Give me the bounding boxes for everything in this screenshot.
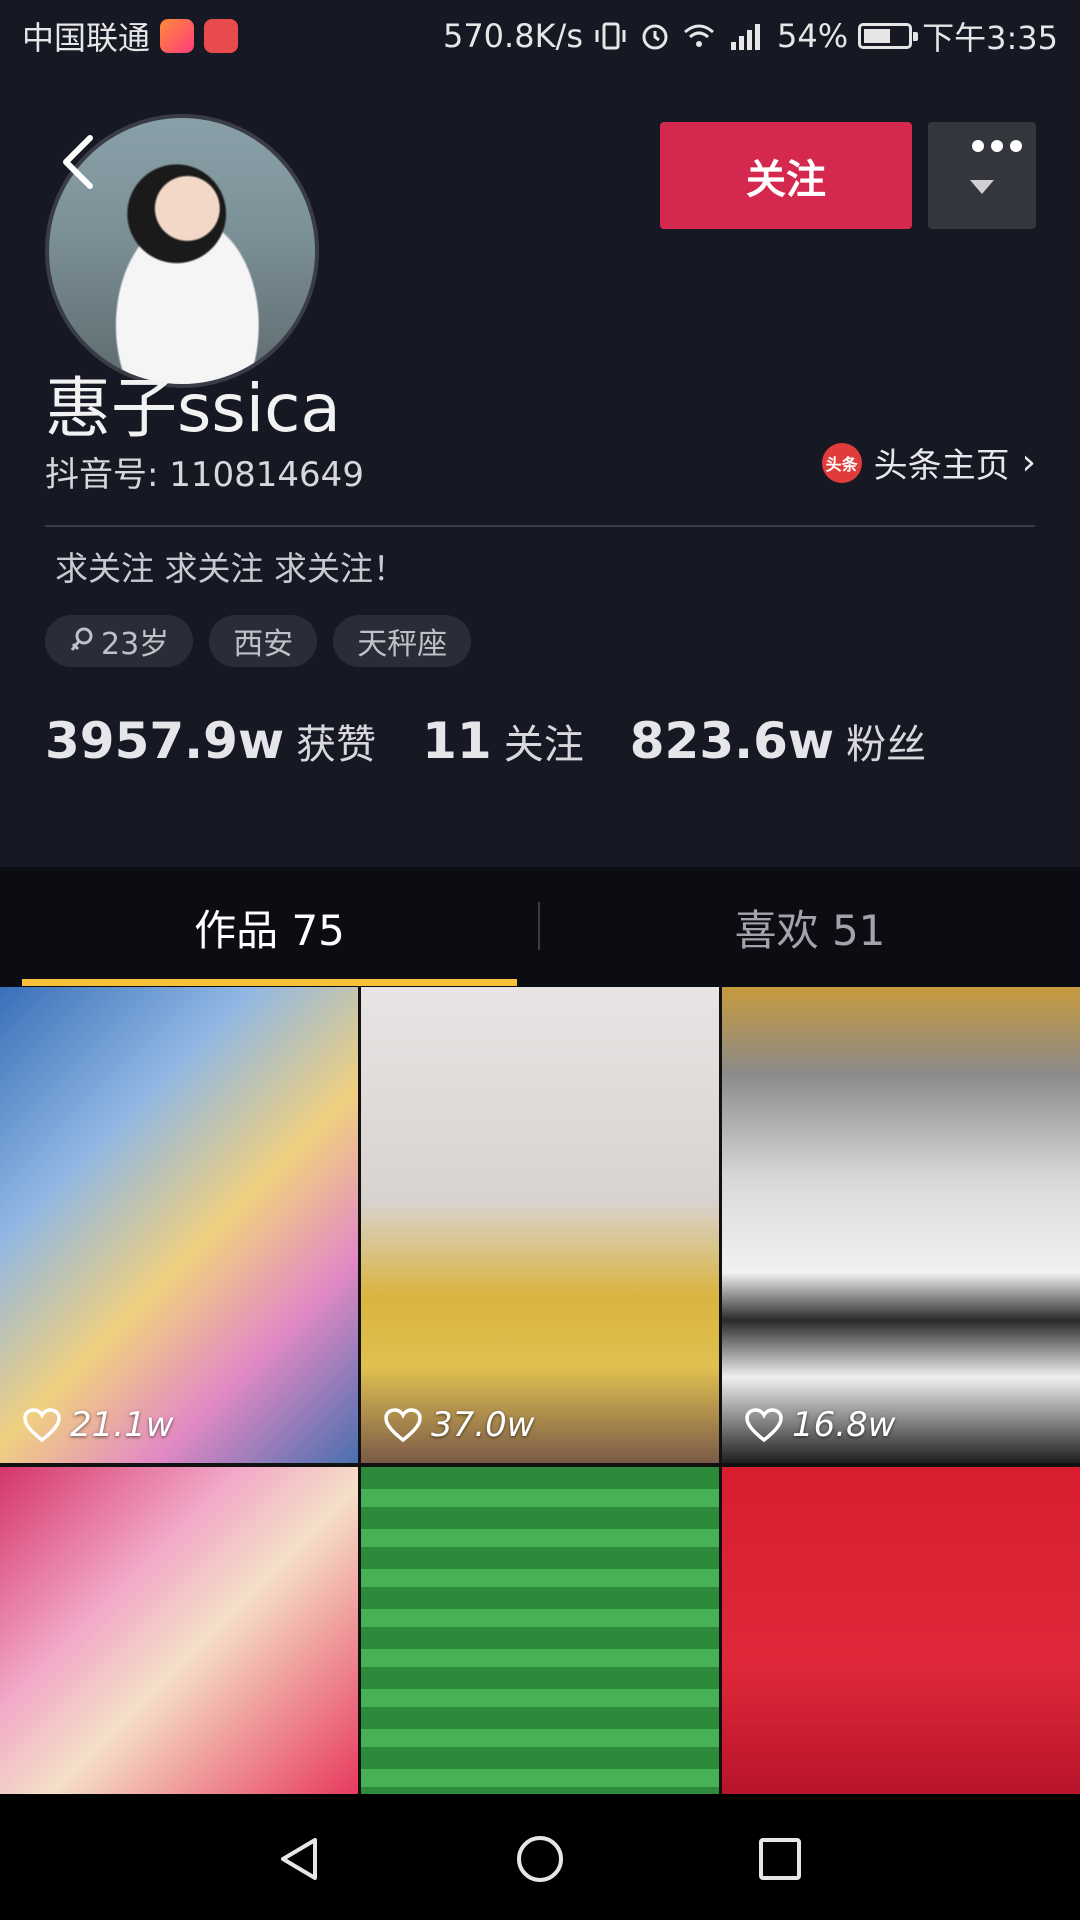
stat-value: 11: [422, 712, 492, 770]
more-options-button[interactable]: [928, 122, 1036, 229]
nav-recents-icon[interactable]: [755, 1834, 805, 1884]
video-likes: 16.8w: [744, 1405, 896, 1445]
nav-back-icon[interactable]: [275, 1834, 325, 1884]
profile-name: 惠子ssica: [45, 370, 341, 447]
stat-value: 3957.9w: [45, 712, 285, 770]
profile-tags: 23岁 西安 天秤座: [45, 615, 472, 667]
toutiao-homepage-link[interactable]: 头条 头条主页 ›: [821, 438, 1036, 487]
back-button[interactable]: [48, 122, 108, 202]
heart-icon: [23, 1408, 61, 1443]
follow-button[interactable]: 关注: [660, 122, 912, 229]
video-likes: 21.1w: [22, 1405, 174, 1445]
stat-followers[interactable]: 823.6w 粉丝: [630, 712, 926, 770]
divider: [45, 525, 1035, 527]
likes-count: 37.0w: [431, 1405, 535, 1445]
tag-zodiac: 天秤座: [333, 615, 472, 667]
video-thumbnail[interactable]: 37.0w: [361, 987, 719, 1463]
dropdown-arrow-icon: [970, 180, 994, 194]
tag-label: 西安: [233, 627, 294, 662]
clock-time: 下午3:35: [922, 19, 1058, 57]
tag-label: 天秤座: [357, 627, 448, 662]
app-notification-icon: [204, 19, 239, 53]
app-notification-icon: [160, 19, 195, 53]
video-thumbnail[interactable]: 21.1w: [0, 987, 358, 1463]
heart-icon: [745, 1408, 783, 1443]
stat-label: 粉丝: [846, 722, 927, 768]
wifi-icon: [684, 24, 714, 47]
video-likes: 37.0w: [383, 1405, 535, 1445]
tab-active-indicator: [22, 979, 517, 986]
carrier-name: 中国联通: [22, 19, 151, 57]
nav-home-icon[interactable]: [515, 1834, 565, 1884]
tab-works[interactable]: 作品 75: [22, 867, 517, 987]
tag-city: 西安: [209, 615, 318, 667]
tab-likes[interactable]: 喜欢 51: [540, 867, 1080, 987]
likes-count: 16.8w: [792, 1405, 896, 1445]
tag-age: 23岁: [45, 615, 194, 667]
signal-4g-icon: [731, 24, 760, 50]
tag-label: 23岁: [101, 627, 170, 662]
stat-value: 823.6w: [629, 712, 835, 770]
battery-icon: [858, 23, 919, 49]
network-speed: 570.8K/s: [442, 17, 583, 55]
heart-icon: [384, 1408, 422, 1443]
video-thumbnail[interactable]: [0, 1467, 358, 1794]
stat-following[interactable]: 11 关注: [422, 712, 584, 770]
likes-count: 21.1w: [70, 1405, 174, 1445]
video-grid: 21.1w 37.0w 16.8w: [0, 987, 1080, 1794]
toutiao-logo-icon: 头条: [821, 442, 862, 483]
back-arrow-icon: [63, 135, 93, 189]
status-bar: 中国联通 570.8K/s 54% 下午3:35: [0, 0, 1080, 72]
stat-label: 获赞: [296, 722, 377, 768]
stat-likes[interactable]: 3957.9w 获赞: [45, 712, 376, 770]
system-navigation-bar: [0, 1794, 1080, 1920]
chevron-right-icon: ›: [1021, 442, 1036, 483]
profile-stats: 3957.9w 获赞 11 关注 823.6w 粉丝: [45, 712, 926, 770]
alarm-icon: [642, 24, 668, 50]
douyin-id: 抖音号: 110814649: [45, 455, 364, 495]
vibrate-icon: [595, 22, 626, 50]
more-dots-icon: [972, 140, 1022, 152]
stat-label: 关注: [503, 722, 584, 768]
content-tabs: 作品 75 喜欢 51: [0, 867, 1080, 987]
video-thumbnail[interactable]: [361, 1467, 719, 1794]
female-icon: [70, 627, 93, 651]
profile-header: 关注 惠子ssica 抖音号: 110814649 头条 头条主页 › 求关注 …: [0, 72, 1080, 867]
video-thumbnail[interactable]: [722, 1467, 1080, 1794]
battery-percent: 54%: [777, 17, 849, 55]
bio-text: 求关注 求关注 求关注！: [55, 549, 406, 588]
toutiao-link-label: 头条主页: [873, 446, 1010, 486]
video-thumbnail[interactable]: 16.8w: [722, 987, 1080, 1463]
